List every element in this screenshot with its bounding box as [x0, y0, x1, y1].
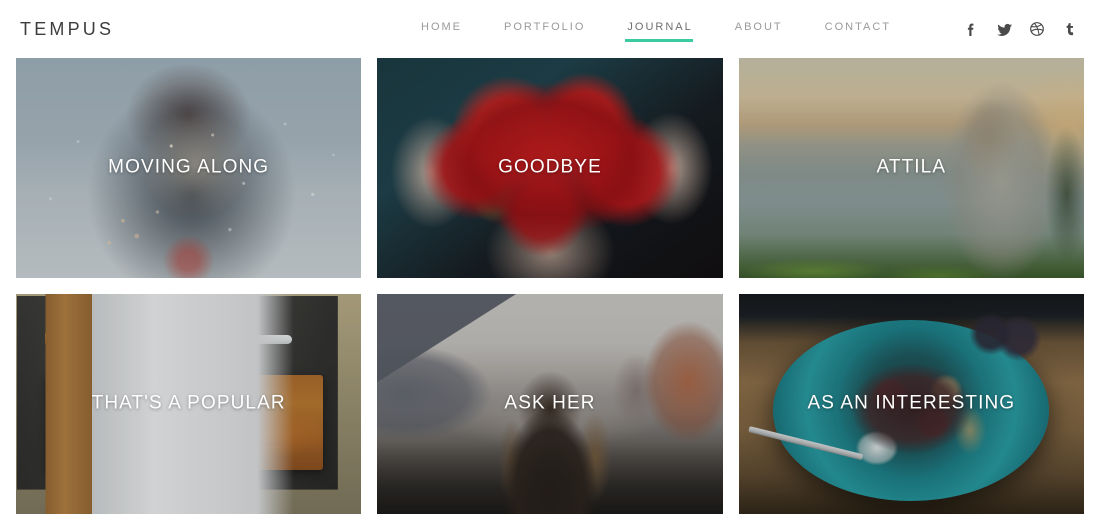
tumblr-icon[interactable] — [1057, 16, 1083, 42]
nav-item-journal[interactable]: JOURNAL — [606, 16, 713, 42]
post-card[interactable]: ATTILA — [738, 58, 1084, 278]
post-title: ATTILA — [876, 156, 947, 178]
post-title: MOVING ALONG — [108, 156, 270, 178]
post-card[interactable]: ASK HER — [377, 294, 723, 514]
post-grid: MOVING ALONG GOODBYE ATTILA THAT'S A POP… — [0, 58, 1100, 514]
nav-item-home[interactable]: HOME — [400, 16, 483, 42]
post-title: AS AN INTERESTING — [807, 392, 1016, 414]
social-links — [958, 16, 1084, 42]
brand-logo[interactable]: TEMPUS — [16, 20, 114, 38]
twitter-icon[interactable] — [991, 16, 1017, 42]
post-card[interactable]: THAT'S A POPULAR — [16, 294, 362, 514]
nav-item-portfolio[interactable]: PORTFOLIO — [483, 16, 606, 42]
dribbble-icon[interactable] — [1024, 16, 1050, 42]
site-header: TEMPUS HOME PORTFOLIO JOURNAL ABOUT CONT… — [0, 0, 1100, 58]
post-title: ASK HER — [504, 392, 596, 414]
post-card[interactable]: AS AN INTERESTING — [738, 294, 1084, 514]
post-title: THAT'S A POPULAR — [91, 392, 286, 414]
post-title: GOODBYE — [498, 156, 602, 178]
post-card[interactable]: MOVING ALONG — [16, 58, 362, 278]
primary-nav: HOME PORTFOLIO JOURNAL ABOUT CONTACT — [400, 16, 912, 42]
facebook-icon[interactable] — [958, 16, 984, 42]
nav-item-contact[interactable]: CONTACT — [804, 16, 912, 42]
nav-item-about[interactable]: ABOUT — [714, 16, 804, 42]
post-card[interactable]: GOODBYE — [377, 58, 723, 278]
